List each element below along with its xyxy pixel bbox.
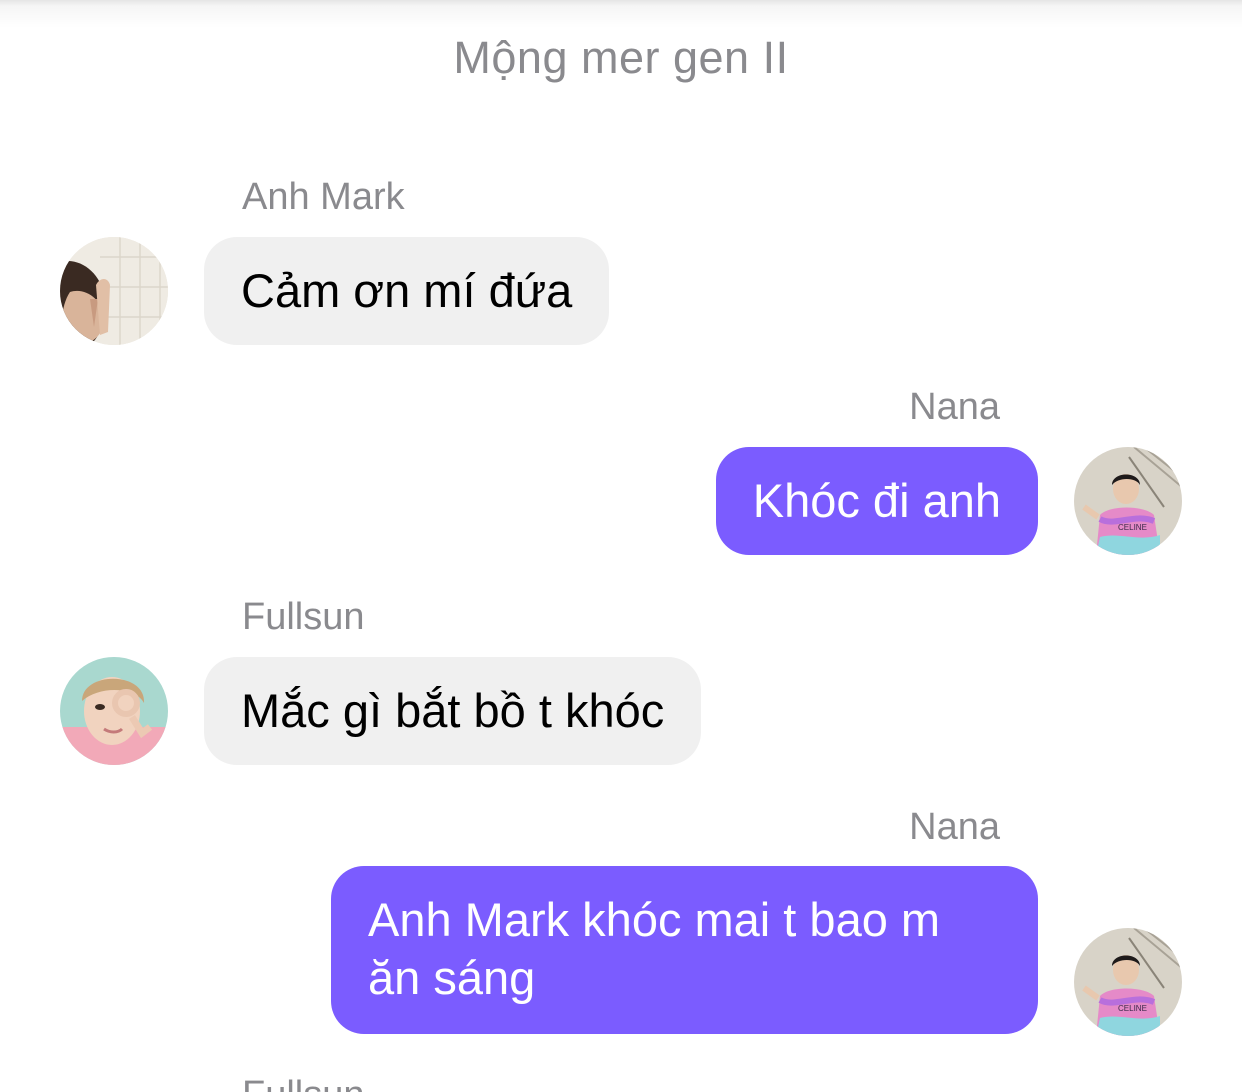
message-bubble-outgoing[interactable]: Anh Mark khóc mai t bao m ăn sáng bbox=[331, 866, 1038, 1034]
chat-screen: Mộng mer gen II Anh Mark Cảm ơn mí đứa N… bbox=[0, 0, 1242, 1092]
sender-name: Fullsun bbox=[242, 596, 365, 638]
message-bubble-incoming[interactable]: Cảm ơn mí đứa bbox=[204, 237, 610, 345]
sender-name: Nana bbox=[909, 806, 1000, 848]
avatar-nana[interactable]: CELINE bbox=[1074, 447, 1182, 555]
chat-title: Mộng mer gen II bbox=[453, 32, 789, 83]
top-shadow bbox=[0, 0, 1242, 28]
sender-name: Anh Mark bbox=[242, 176, 405, 218]
avatar-fullsun[interactable] bbox=[60, 657, 168, 765]
svg-text:CELINE: CELINE bbox=[1118, 1004, 1147, 1013]
sender-name-partial: Fullsun bbox=[242, 1074, 365, 1092]
avatar-anh-mark[interactable] bbox=[60, 237, 168, 345]
svg-text:CELINE: CELINE bbox=[1118, 523, 1147, 532]
message-bubble-incoming[interactable]: Mắc gì bắt bồ t khóc bbox=[204, 657, 702, 765]
message-bubble-outgoing[interactable]: Khóc đi anh bbox=[715, 447, 1038, 555]
avatar-nana[interactable]: CELINE bbox=[1074, 928, 1182, 1036]
sender-name: Nana bbox=[909, 386, 1000, 428]
